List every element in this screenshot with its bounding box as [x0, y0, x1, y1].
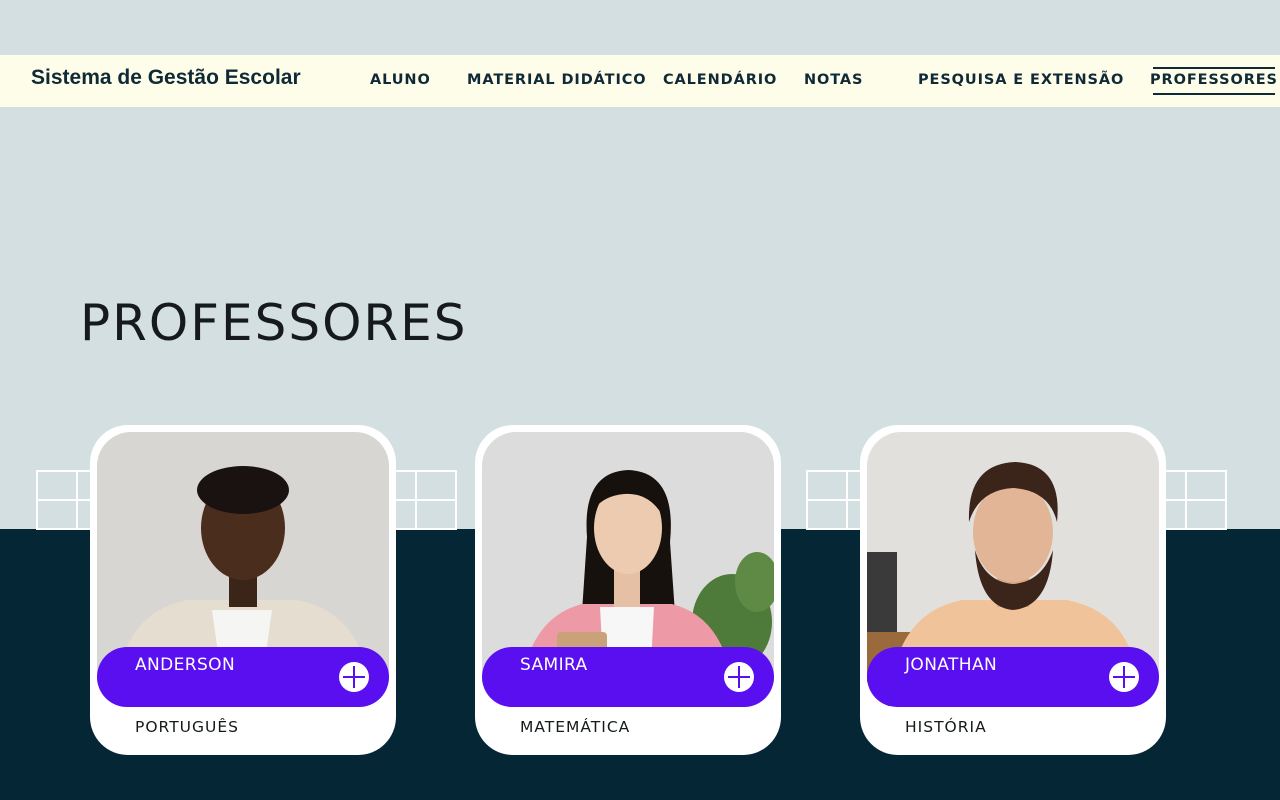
nav-item-calendario[interactable]: CALENDÁRIO [663, 72, 777, 88]
teacher-name: JONATHAN [905, 655, 998, 675]
teacher-card-jonathan[interactable]: JONATHAN HISTÓRIA [860, 425, 1166, 755]
nav-item-material-didatico[interactable]: MATERIAL DIDÁTICO [467, 72, 647, 88]
teacher-card-anderson[interactable]: ANDERSON PORTUGUÊS [90, 425, 396, 755]
nav-item-notas[interactable]: NOTAS [804, 72, 863, 88]
teacher-card-samira[interactable]: SAMIRA MATEMÁTICA [475, 425, 781, 755]
top-navbar: Sistema de Gestão Escolar ALUNO MATERIAL… [0, 55, 1280, 107]
teacher-subject: MATEMÁTICA [520, 718, 631, 736]
plus-icon[interactable] [724, 662, 754, 692]
teacher-name: SAMIRA [520, 655, 588, 675]
name-bar: SAMIRA [482, 647, 774, 707]
name-bar: ANDERSON [97, 647, 389, 707]
teacher-photo [97, 432, 389, 682]
plus-icon[interactable] [339, 662, 369, 692]
app-title[interactable]: Sistema de Gestão Escolar [31, 66, 301, 90]
teacher-subject: HISTÓRIA [905, 718, 987, 736]
nav-item-aluno[interactable]: ALUNO [370, 72, 431, 88]
nav-item-pesquisa-extensao[interactable]: PESQUISA E EXTENSÃO [918, 72, 1124, 88]
nav-item-professores[interactable]: PROFESSORES [1150, 67, 1278, 95]
page-title: PROFESSORES [80, 294, 468, 352]
plus-icon[interactable] [1109, 662, 1139, 692]
teacher-subject: PORTUGUÊS [135, 718, 239, 736]
teacher-name: ANDERSON [135, 655, 236, 675]
teacher-photo [867, 432, 1159, 682]
teacher-photo [482, 432, 774, 682]
name-bar: JONATHAN [867, 647, 1159, 707]
